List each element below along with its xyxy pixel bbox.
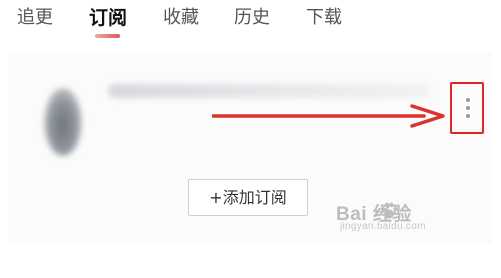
tab-downloads[interactable]: 下载 [306,7,342,29]
red-arrow-annotation [212,104,445,128]
baidu-jingyan-watermark: Bai 经验 jingyan.baidu.com [336,199,466,239]
tab-subscriptions[interactable]: 订阅 [89,7,127,29]
active-tab-indicator [95,34,120,38]
subscription-title-blurred [108,84,430,98]
tab-history[interactable]: 历史 [234,7,270,29]
paw-logo-icon [380,202,398,219]
add-subscription-button[interactable]: +添加订阅 [188,179,308,216]
more-vertical-icon [466,98,470,102]
tab-bar: 追更 订阅 收藏 历史 下载 [0,0,501,46]
more-options-button[interactable] [450,82,484,134]
avatar [44,88,82,156]
tab-zhuigeng[interactable]: 追更 [17,7,53,29]
tab-favorites[interactable]: 收藏 [163,7,199,29]
watermark-url: jingyan.baidu.com [340,221,426,232]
